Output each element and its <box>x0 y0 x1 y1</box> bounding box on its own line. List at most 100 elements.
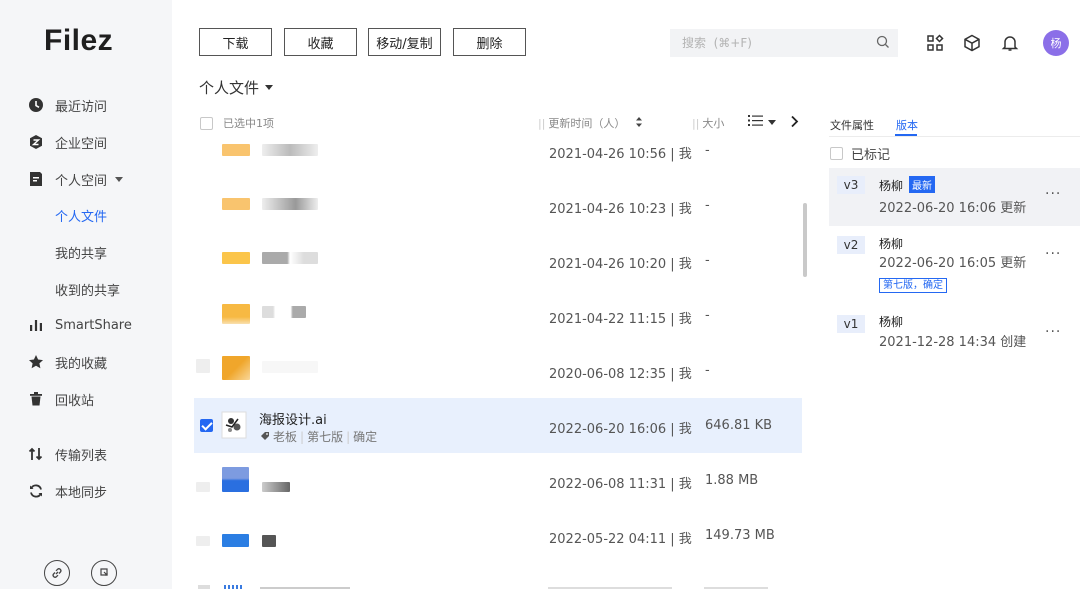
sidebar-item-trash[interactable]: 回收站 <box>28 384 94 414</box>
divider <box>829 136 1080 137</box>
version-author: 杨柳 <box>879 237 904 251</box>
folder-icon <box>222 198 250 210</box>
page-title: 个人文件 <box>199 79 260 97</box>
sidebar-item-label: SmartShare <box>55 317 132 333</box>
tag: 老板 <box>273 430 298 444</box>
chevron-down-icon <box>115 176 124 182</box>
sidebar-item-label: 最近访问 <box>55 99 108 115</box>
bar-chart-icon <box>28 317 44 333</box>
personal-space-icon <box>28 171 44 187</box>
version-author: 杨柳 最新 <box>879 176 936 194</box>
search-box[interactable] <box>670 29 898 57</box>
file-size: 1.88 MB <box>705 473 759 488</box>
table-row[interactable]: 2022-05-22 04:11 | 我 149.73 MB <box>194 512 802 567</box>
redacted-filename <box>262 198 318 210</box>
sidebar-item-label: 回收站 <box>55 393 95 409</box>
sidebar-item-enterprise[interactable]: 企业空间 <box>28 127 107 157</box>
redacted-filename <box>262 361 318 373</box>
delete-button[interactable]: 删除 <box>453 28 526 56</box>
table-row[interactable]: 2022-06-08 11:31 | 我 1.88 MB <box>194 453 802 508</box>
feedback-icon[interactable] <box>91 560 117 586</box>
link-icon[interactable] <box>44 560 70 586</box>
version-card-v1[interactable]: v1 杨柳 2021-12-28 14:34 创建 ··· <box>829 305 1080 355</box>
sidebar-item-transfer[interactable]: 传输列表 <box>28 439 107 469</box>
modified-time: 2021-04-26 10:56 | 我 <box>549 147 692 162</box>
sidebar-item-personal[interactable]: 个人空间 <box>28 164 124 194</box>
tag-icon <box>260 430 270 444</box>
sidebar-item-label: 传输列表 <box>55 448 108 464</box>
redacted-filename <box>262 144 318 156</box>
file-thumbnail-icon <box>222 467 249 492</box>
row-checkbox[interactable] <box>200 419 213 432</box>
table-row[interactable]: 2021-04-26 10:56 | 我 - <box>194 125 802 180</box>
bell-icon[interactable] <box>999 32 1021 54</box>
folder-icon <box>222 252 250 264</box>
row-checkbox[interactable] <box>196 482 210 492</box>
sidebar-subitem-received-shares[interactable]: 收到的共享 <box>55 274 120 304</box>
modified-time: 2022-05-22 04:11 | 我 <box>549 532 692 547</box>
avatar[interactable]: 杨 <box>1043 30 1069 56</box>
tab-file-properties[interactable]: 文件属性 <box>830 117 874 133</box>
vertical-scrollbar[interactable] <box>803 203 807 277</box>
sidebar-item-label: 我的收藏 <box>55 356 108 372</box>
more-options-icon[interactable]: ··· <box>1045 186 1061 202</box>
sidebar-item-label: 企业空间 <box>55 136 108 152</box>
version-tag: v2 <box>837 236 865 254</box>
sidebar-item-label: 本地同步 <box>55 485 108 501</box>
file-size: - <box>705 143 710 158</box>
marked-checkbox[interactable] <box>830 147 843 160</box>
latest-badge: 最新 <box>909 176 936 193</box>
table-row[interactable]: 2021-04-22 11:15 | 我 - <box>194 288 802 343</box>
folder-icon <box>222 144 250 156</box>
move-copy-button[interactable]: 移动/复制 <box>368 28 441 56</box>
download-button[interactable]: 下载 <box>199 28 272 56</box>
sync-icon <box>28 483 44 499</box>
version-time: 2022-06-20 16:05 更新 <box>879 256 1027 271</box>
sidebar-subitem-personal-files[interactable]: 个人文件 <box>55 200 107 230</box>
file-size: - <box>705 253 710 268</box>
version-author: 杨柳 <box>879 315 904 329</box>
cube-icon[interactable] <box>961 32 983 54</box>
sidebar: Filez 最近访问 企业空间 个人空间 个人文件 我的共享 收到的共享 Sma… <box>0 0 172 589</box>
sidebar-item-recent[interactable]: 最近访问 <box>28 90 107 120</box>
favorite-button[interactable]: 收藏 <box>284 28 357 56</box>
file-name[interactable]: 海报设计.ai <box>259 409 327 428</box>
file-size: - <box>705 308 710 323</box>
version-card-v2[interactable]: v2 杨柳 2022-06-20 16:05 更新 第七版，确定 ··· <box>829 226 1080 298</box>
search-input[interactable] <box>682 36 862 50</box>
file-tags: 老板 | 第七版 | 确定 <box>260 428 377 445</box>
file-thumbnail-icon <box>221 411 247 439</box>
marked-filter[interactable]: 已标记 <box>830 144 890 163</box>
sidebar-subitem-my-shares[interactable]: 我的共享 <box>55 237 107 267</box>
modified-time: 2021-04-22 11:15 | 我 <box>549 312 692 327</box>
sidebar-item-favorites[interactable]: 我的收藏 <box>28 347 107 377</box>
tag-divider: | <box>346 429 351 444</box>
redacted-filename <box>262 482 290 492</box>
table-row[interactable]: 2021-04-26 10:20 | 我 - <box>194 233 802 288</box>
version-label: 第七版，确定 <box>879 278 947 293</box>
modified-time: 2022-06-20 16:06 | 我 <box>549 422 692 437</box>
table-row[interactable]: 海报设计.ai 老板 | 第七版 | 确定 2022-06-20 16:06 |… <box>194 398 802 453</box>
tab-versions[interactable]: 版本 <box>896 117 918 133</box>
version-tag: v1 <box>837 315 865 333</box>
app-logo: Filez <box>44 24 114 57</box>
more-options-icon[interactable]: ··· <box>1045 246 1061 262</box>
table-row[interactable]: 2020-06-08 12:35 | 我 - <box>194 343 802 398</box>
sidebar-item-smartshare[interactable]: SmartShare <box>28 310 132 340</box>
sidebar-item-local-sync[interactable]: 本地同步 <box>28 476 107 506</box>
tag: 确定 <box>353 430 378 444</box>
more-options-icon[interactable]: ··· <box>1045 324 1061 340</box>
version-time: 2022-06-20 16:06 更新 <box>879 201 1027 216</box>
row-checkbox[interactable] <box>196 536 210 546</box>
modified-time: 2021-04-26 10:20 | 我 <box>549 257 692 272</box>
table-row[interactable]: 2021-04-26 10:23 | 我 - <box>194 178 802 233</box>
breadcrumb[interactable]: 个人文件 <box>199 77 274 98</box>
apps-grid-icon[interactable] <box>924 32 946 54</box>
folder-icon <box>222 304 250 324</box>
version-card-v3[interactable]: v3 杨柳 最新 2022-06-20 16:06 更新 ··· <box>829 168 1080 226</box>
modified-time: 2021-04-26 10:23 | 我 <box>549 202 692 217</box>
trash-icon <box>28 391 44 407</box>
row-checkbox[interactable] <box>196 359 210 373</box>
search-icon[interactable] <box>876 35 890 53</box>
redacted-filename <box>262 535 276 547</box>
